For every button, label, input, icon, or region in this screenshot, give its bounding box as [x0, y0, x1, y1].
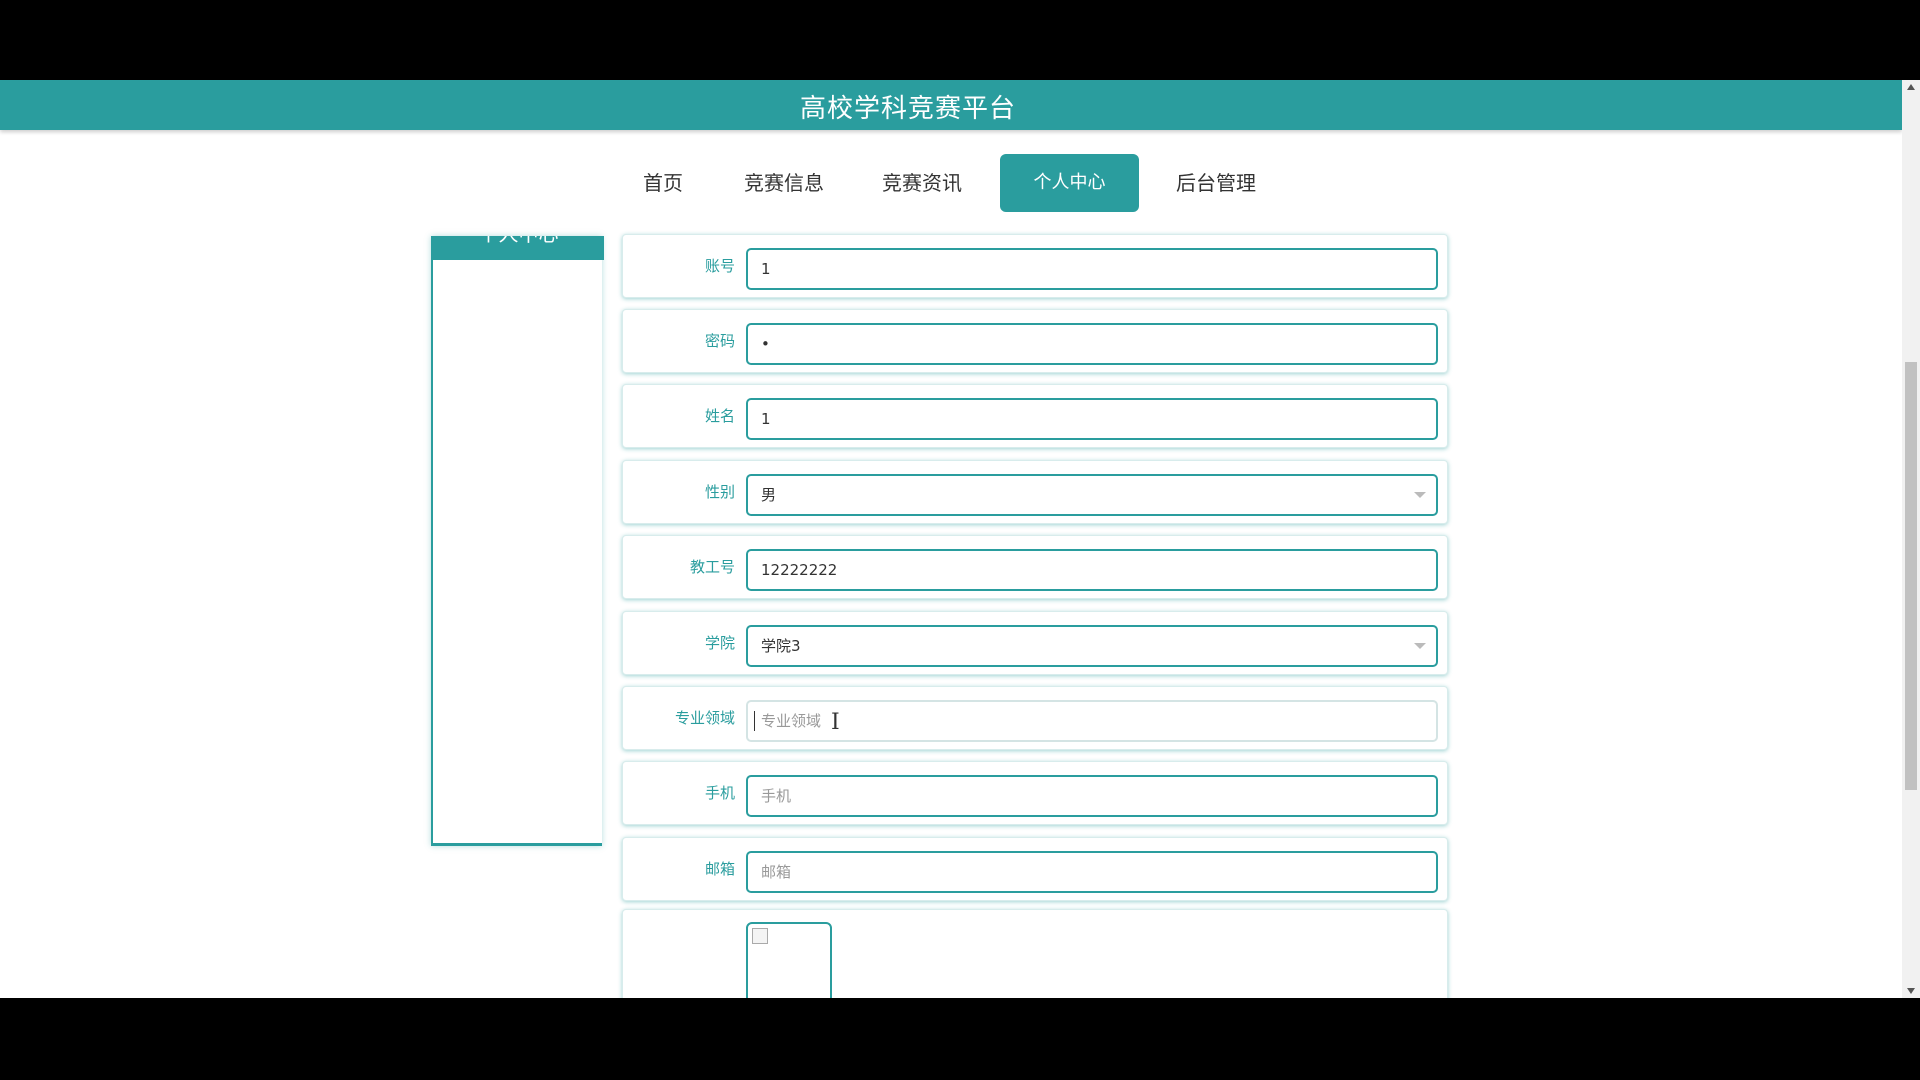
letterbox-top — [0, 0, 1920, 80]
specialty-label: 专业领域 — [674, 709, 735, 727]
phone-placeholder: 手机 — [761, 787, 792, 805]
sidebar-panel: 个人中心 — [431, 236, 604, 846]
staff-id-input[interactable]: 12222222 — [746, 549, 1438, 591]
sidebar-title: 个人中心 — [433, 236, 604, 247]
password-label: 密码 — [704, 332, 735, 350]
college-label: 学院 — [704, 634, 735, 652]
name-value: 1 — [761, 410, 771, 428]
sidebar-header: 个人中心 — [433, 236, 604, 260]
chevron-down-icon — [1414, 643, 1426, 649]
account-label: 账号 — [704, 257, 735, 275]
text-caret — [754, 711, 755, 731]
phone-label: 手机 — [704, 784, 735, 802]
scroll-up-arrow-icon[interactable] — [1907, 84, 1915, 90]
ibeam-cursor-icon: I — [831, 710, 840, 735]
site-title: 高校学科竞赛平台 — [799, 94, 1016, 124]
form-row-email: 邮箱 邮箱 — [622, 837, 1448, 901]
account-input[interactable]: 1 — [746, 248, 1438, 290]
staff-id-value: 12222222 — [761, 561, 838, 579]
letterbox-bottom — [0, 998, 1920, 1080]
nav-home[interactable]: 首页 — [632, 154, 694, 212]
specialty-input[interactable]: 专业领域 I — [746, 700, 1438, 742]
avatar-upload[interactable] — [746, 922, 832, 998]
form-row-specialty: 专业领域 专业领域 I — [622, 686, 1448, 750]
college-value: 学院3 — [761, 637, 801, 655]
browser-viewport: 高校学科竞赛平台 首页 竞赛信息 竞赛资讯 个人中心 后台管理 个人中心 账号 … — [0, 80, 1920, 998]
staff-id-label: 教工号 — [689, 558, 735, 576]
site-header: 高校学科竞赛平台 — [0, 80, 1902, 130]
main-nav: 首页 竞赛信息 竞赛资讯 个人中心 后台管理 — [0, 154, 1902, 214]
name-label: 姓名 — [704, 407, 735, 425]
account-value: 1 — [761, 260, 771, 278]
page-scrollbar[interactable] — [1902, 80, 1920, 998]
chevron-down-icon — [1414, 492, 1426, 498]
form-row-gender: 性别 男 — [622, 460, 1448, 524]
nav-competition-news[interactable]: 竞赛资讯 — [874, 154, 970, 212]
college-select[interactable]: 学院3 — [746, 625, 1438, 667]
nav-competition-info[interactable]: 竞赛信息 — [736, 154, 832, 212]
nav-admin[interactable]: 后台管理 — [1168, 154, 1264, 212]
email-input[interactable]: 邮箱 — [746, 851, 1438, 893]
password-input[interactable]: • — [746, 323, 1438, 365]
scroll-down-arrow-icon[interactable] — [1907, 988, 1915, 994]
phone-input[interactable]: 手机 — [746, 775, 1438, 817]
form-row-college: 学院 学院3 — [622, 611, 1448, 675]
broken-image-icon — [752, 928, 768, 944]
form-row-staff-id: 教工号 12222222 — [622, 535, 1448, 599]
email-label: 邮箱 — [704, 860, 735, 878]
form-row-name: 姓名 1 — [622, 384, 1448, 448]
gender-select[interactable]: 男 — [746, 474, 1438, 516]
password-value: • — [761, 335, 770, 353]
form-row-account: 账号 1 — [622, 234, 1448, 298]
specialty-placeholder: 专业领域 — [761, 712, 822, 730]
form-row-phone: 手机 手机 — [622, 761, 1448, 825]
form-row-avatar — [622, 909, 1448, 998]
gender-label: 性别 — [704, 483, 735, 501]
scroll-thumb[interactable] — [1905, 362, 1917, 790]
name-input[interactable]: 1 — [746, 398, 1438, 440]
nav-personal-center[interactable]: 个人中心 — [1000, 154, 1139, 212]
email-placeholder: 邮箱 — [761, 863, 792, 881]
gender-value: 男 — [761, 486, 777, 504]
form-row-password: 密码 • — [622, 309, 1448, 373]
